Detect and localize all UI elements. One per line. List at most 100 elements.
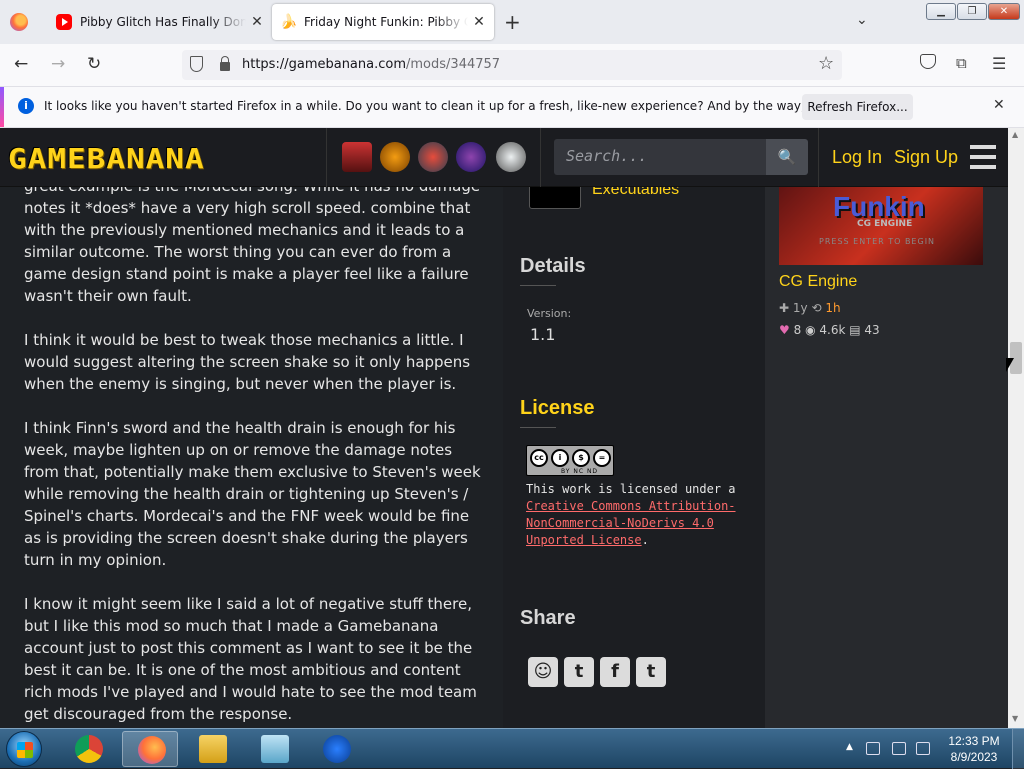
- system-clock[interactable]: 12:33 PM 8/9/2023: [944, 733, 1004, 765]
- comment-body: great example is the Mordecai song. Whil…: [24, 175, 484, 728]
- pocket-icon[interactable]: [920, 54, 936, 69]
- gamebanana-header: GAMEBANANA Search... 🔍 Log In Sign Up: [0, 128, 1008, 187]
- tab-title: Friday Night Funkin: Pibby Corr: [304, 15, 468, 29]
- clock-time: 12:33 PM: [948, 734, 1000, 748]
- notepad-icon: [261, 735, 289, 763]
- firefox-view-icon[interactable]: [10, 13, 28, 31]
- comment-paragraph: I think it would be best to tweak those …: [24, 331, 471, 393]
- taskbar-chrome[interactable]: [60, 731, 116, 767]
- posts-count: 43: [864, 323, 880, 337]
- taskbar-firefox[interactable]: [122, 731, 178, 767]
- close-notification-icon[interactable]: ✕: [993, 97, 1005, 113]
- navigation-toolbar: ← → ↻ https://gamebanana.com/mods/344757…: [0, 44, 1024, 86]
- version-value: 1.1: [530, 325, 556, 344]
- minimize-window-button[interactable]: ▁: [926, 3, 956, 20]
- tab-friday-night-funkin[interactable]: 🍌 Friday Night Funkin: Pibby Corr ✕: [272, 4, 494, 40]
- page-viewport: GAMEBANANA Search... 🔍 Log In Sign Up gr…: [0, 128, 1008, 728]
- folder-icon: [199, 735, 227, 763]
- license-link[interactable]: Creative Commons Attribution-NonCommerci…: [526, 499, 736, 547]
- scroll-down-arrow-icon[interactable]: ▼: [1012, 714, 1018, 723]
- signup-link[interactable]: Sign Up: [894, 147, 958, 168]
- comment-paragraph: I think Finn's sword and the health drai…: [24, 419, 481, 569]
- cg-engine-thumbnail[interactable]: Funkin CG ENGINE PRESS ENTER TO BEGIN: [779, 177, 983, 265]
- app-menu-icon[interactable]: ☰: [992, 54, 1006, 73]
- details-heading: Details: [520, 255, 586, 277]
- maximize-window-button[interactable]: ❐: [957, 3, 987, 20]
- refresh-firefox-button[interactable]: Refresh Firefox...: [802, 94, 913, 120]
- header-divider: [818, 128, 819, 187]
- tab-title: Pibby Glitch Has Finally Done T: [80, 15, 246, 29]
- search-placeholder: Search...: [566, 147, 648, 165]
- network-icon[interactable]: [892, 742, 906, 755]
- bookmark-star-icon[interactable]: ☆: [818, 53, 834, 74]
- half-life-game-icon[interactable]: [380, 142, 410, 172]
- windows-logo-icon: [17, 742, 33, 758]
- gamebanana-logo[interactable]: GAMEBANANA: [8, 143, 205, 175]
- youtube-icon: [56, 14, 72, 30]
- scroll-up-arrow-icon[interactable]: ▲: [1012, 130, 1018, 139]
- login-link[interactable]: Log In: [832, 147, 882, 168]
- reload-button[interactable]: ↻: [87, 54, 101, 74]
- taskbar-notepad[interactable]: [246, 731, 302, 767]
- hamburger-menu-icon[interactable]: [970, 145, 996, 169]
- clock-date: 8/9/2023: [950, 750, 998, 764]
- taskbar-app[interactable]: [308, 731, 364, 767]
- volume-muted-icon[interactable]: [916, 742, 930, 755]
- show-hidden-icons-arrow-icon[interactable]: ▲: [846, 742, 853, 752]
- age-value: 1y: [792, 301, 808, 315]
- reddit-share-icon[interactable]: ☺: [528, 657, 558, 687]
- search-icon[interactable]: 🔍: [766, 139, 808, 175]
- related-mod-title[interactable]: CG Engine: [779, 273, 857, 291]
- related-mod-stats: ♥ 8 ◉ 4.6k ▤ 43: [779, 323, 880, 337]
- updated-value: 1h: [825, 301, 841, 315]
- likes-count: 8: [793, 323, 802, 337]
- banana-icon: 🍌: [280, 14, 298, 30]
- tracking-protection-shield-icon[interactable]: [190, 56, 203, 72]
- address-bar[interactable]: https://gamebanana.com/mods/344757 ☆: [182, 50, 842, 80]
- site-search-input[interactable]: Search...: [554, 139, 766, 175]
- tumblr-share-icon[interactable]: t: [636, 657, 666, 687]
- posts-icon: ▤: [849, 323, 861, 337]
- notification-text: It looks like you haven't started Firefo…: [44, 99, 900, 113]
- cc-license-tags: BY NC ND: [561, 468, 599, 475]
- heading-underline: [520, 427, 556, 428]
- forward-button[interactable]: →: [51, 54, 65, 74]
- game-icon-1[interactable]: [342, 142, 372, 172]
- info-icon: i: [18, 98, 34, 114]
- url-host: https://gamebanana.com: [242, 57, 407, 72]
- added-plus-icon: ✚: [779, 301, 790, 315]
- license-suffix: .: [641, 533, 649, 547]
- heading-underline: [520, 285, 556, 286]
- related-mod-dates: ✚ 1y ⟲ 1h: [779, 301, 841, 315]
- extensions-puzzle-icon[interactable]: ⧉: [956, 54, 967, 72]
- counter-strike-game-icon[interactable]: [496, 142, 526, 172]
- close-tab-icon[interactable]: ✕: [468, 14, 490, 30]
- close-tab-icon[interactable]: ✕: [246, 14, 268, 30]
- comment-paragraph: I know it might seem like I said a lot o…: [24, 595, 477, 723]
- lock-icon[interactable]: [220, 56, 230, 71]
- close-window-button[interactable]: ✕: [988, 3, 1020, 20]
- action-center-flag-icon[interactable]: [866, 742, 880, 755]
- facebook-share-icon[interactable]: f: [600, 657, 630, 687]
- list-all-tabs-button[interactable]: ⌄: [856, 12, 868, 28]
- back-button[interactable]: ←: [14, 54, 28, 74]
- game-icon-4[interactable]: [456, 142, 486, 172]
- taskbar-file-explorer[interactable]: [184, 731, 240, 767]
- license-prefix: This work is licensed under a: [526, 482, 736, 496]
- tab-pibby-glitch-video[interactable]: Pibby Glitch Has Finally Done T ✕: [48, 4, 272, 40]
- game-icon-3[interactable]: [418, 142, 448, 172]
- url-text[interactable]: https://gamebanana.com/mods/344757: [242, 57, 500, 72]
- thumbnail-press-text: PRESS ENTER TO BEGIN: [819, 237, 936, 246]
- twitter-share-icon[interactable]: t: [564, 657, 594, 687]
- new-tab-button[interactable]: +: [504, 10, 521, 34]
- refresh-firefox-notification: i It looks like you haven't started Fire…: [0, 86, 1024, 128]
- page-scrollbar[interactable]: ▲ ▼: [1008, 128, 1024, 728]
- comment-column: great example is the Mordecai song. Whil…: [0, 177, 503, 728]
- views-count: 4.6k: [819, 323, 846, 337]
- noderivs-icon: =: [593, 449, 611, 467]
- start-button[interactable]: [6, 731, 42, 767]
- license-heading: License: [520, 397, 595, 419]
- firefox-icon: [138, 736, 166, 764]
- creative-commons-badge[interactable]: cc i $ = BY NC ND: [526, 445, 614, 476]
- show-desktop-button[interactable]: [1012, 729, 1024, 769]
